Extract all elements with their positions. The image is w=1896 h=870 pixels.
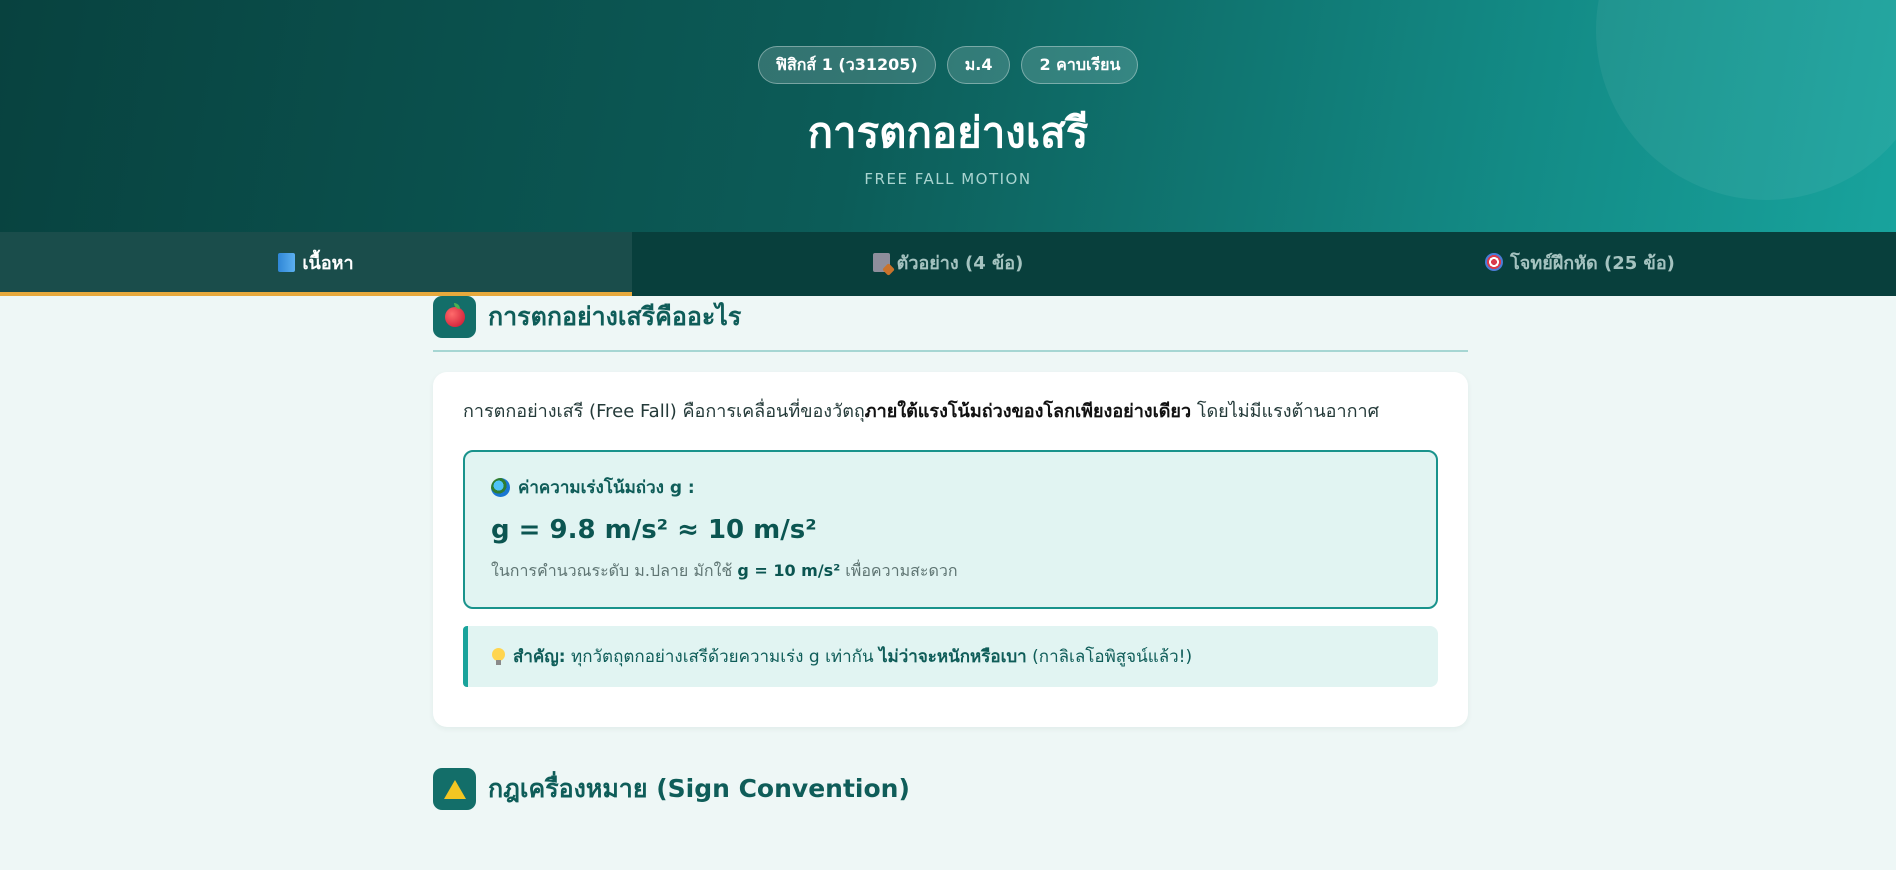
section-header: การตกอย่างเสรีคืออะไร (433, 296, 1468, 338)
section-divider (433, 350, 1468, 352)
note-part: เพื่อความสะดวก (840, 561, 958, 580)
apple-icon (444, 303, 465, 327)
main-content: การตกอย่างเสรีคืออะไร การตกอย่างเสรี (Fr… (433, 296, 1468, 810)
subject-badge: ฟิสิกส์ 1 (ว31205) (757, 46, 936, 84)
definition-part: การตกอย่างเสรี (Free Fall) คือการเคลื่อน… (463, 401, 865, 422)
target-icon (1485, 253, 1504, 271)
content-card: การตกอย่างเสรี (Free Fall) คือการเคลื่อน… (433, 372, 1468, 727)
tab-bar: เนื้อหา ตัวอย่าง (4 ข้อ) โจทย์ฝึกหัด (25… (0, 232, 1896, 296)
gravity-box: ค่าความเร่งโน้มถ่วง g : g = 9.8 m/s² ≈ 1… (463, 450, 1438, 609)
tab-label: เนื้อหา (302, 252, 354, 274)
section-header: กฎเครื่องหมาย (Sign Convention) (433, 768, 1468, 810)
gravity-label: ค่าความเร่งโน้มถ่วง g : (491, 474, 1410, 501)
tab-content[interactable]: เนื้อหา (0, 232, 632, 296)
warning-icon (443, 779, 466, 799)
book-icon (278, 252, 296, 272)
course-badges: ฟิสิกส์ 1 (ว31205) ม.4 2 คาบเรียน (0, 46, 1896, 84)
period-badge: 2 คาบเรียน (1021, 46, 1139, 84)
tab-label: โจทย์ฝึกหัด (25 ข้อ) (1510, 252, 1675, 274)
globe-icon (491, 478, 510, 497)
tip-label: สำคัญ: (513, 647, 566, 667)
gravity-formula: g = 9.8 m/s² ≈ 10 m/s² (491, 515, 817, 545)
tip-text: สำคัญ: ทุกวัตถุตกอย่างเสรีด้วยความเร่ง g… (513, 643, 1192, 670)
gravity-label-text: ค่าความเร่งโน้มถ่วง g : (518, 478, 695, 498)
note-emphasis: g = 10 m/s² (737, 561, 841, 580)
definition-emphasis: ภายใต้แรงโน้มถ่วงของโลกเพียงอย่างเดียว (864, 401, 1192, 422)
section-icon-badge (433, 296, 476, 338)
tip-part: ทุกวัตถุตกอย่างเสรีด้วยความเร่ง g เท่ากั… (565, 647, 879, 667)
note-part: ในการคำนวณระดับ ม.ปลาย มักใช้ (491, 561, 738, 580)
page-title: การตกอย่างเสรี (807, 108, 1089, 157)
hero-header: ฟิสิกส์ 1 (ว31205) ม.4 2 คาบเรียน การตกอ… (0, 0, 1896, 232)
lightbulb-icon (492, 648, 505, 665)
tab-label: ตัวอย่าง (4 ข้อ) (896, 252, 1024, 274)
grade-badge: ม.4 (946, 46, 1011, 84)
definition-part: โดยไม่มีแรงต้านอากาศ (1191, 401, 1380, 422)
section-what-is-free-fall: การตกอย่างเสรีคืออะไร การตกอย่างเสรี (Fr… (433, 296, 1468, 727)
tab-examples[interactable]: ตัวอย่าง (4 ข้อ) (632, 232, 1264, 296)
section-icon-badge (433, 768, 476, 810)
tip-emphasis: ไม่ว่าจะหนักหรือเบา (878, 647, 1027, 667)
page-icon (872, 252, 890, 272)
tab-exercises[interactable]: โจทย์ฝึกหัด (25 ข้อ) (1264, 232, 1896, 296)
important-tip: สำคัญ: ทุกวัตถุตกอย่างเสรีด้วยความเร่ง g… (463, 626, 1438, 687)
section-title: กฎเครื่องหมาย (Sign Convention) (488, 774, 910, 803)
section-title: การตกอย่างเสรีคืออะไร (488, 302, 742, 331)
tip-part: (กาลิเลโอพิสูจน์แล้ว!) (1026, 647, 1193, 667)
section-sign-convention: กฎเครื่องหมาย (Sign Convention) (433, 768, 1468, 810)
page-subtitle: FREE FALL MOTION (864, 170, 1032, 188)
definition-text: การตกอย่างเสรี (Free Fall) คือการเคลื่อน… (463, 398, 1438, 426)
gravity-note: ในการคำนวณระดับ ม.ปลาย มักใช้ g = 10 m/s… (491, 559, 1410, 584)
